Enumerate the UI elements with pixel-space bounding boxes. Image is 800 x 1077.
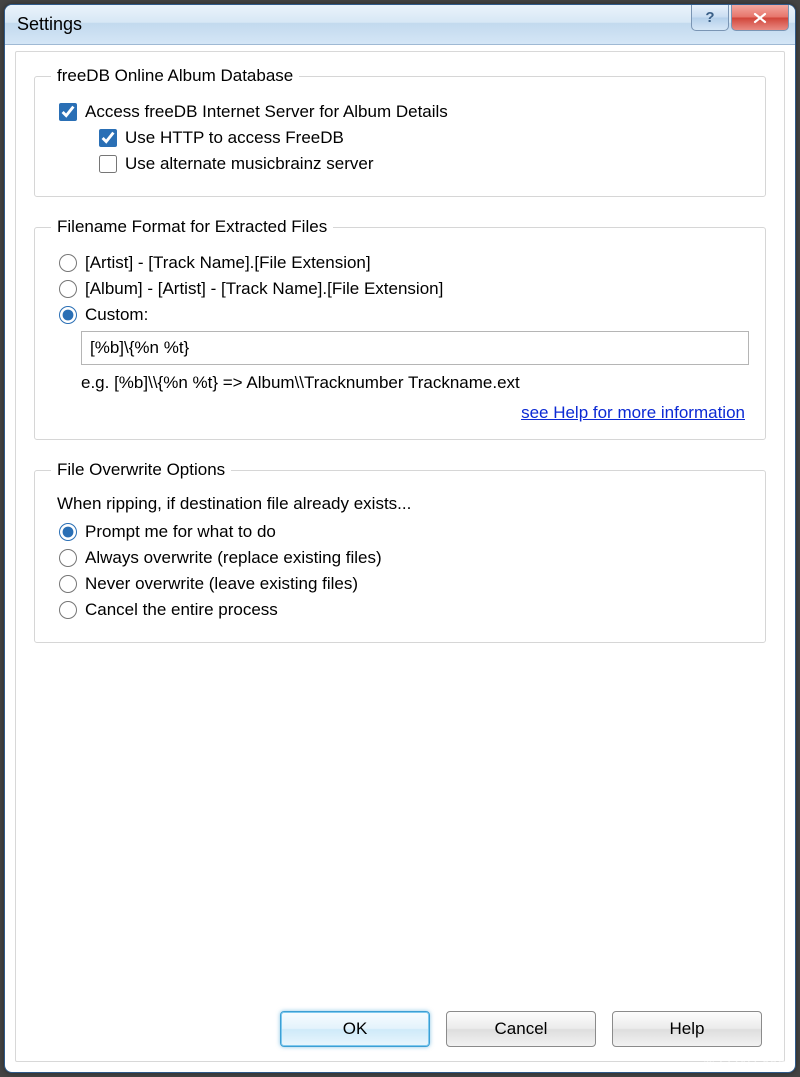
row-format-album: [Album] - [Artist] - [Track Name].[File … [59,279,749,299]
checkbox-use-http[interactable] [99,129,117,147]
label-ov-never: Never overwrite (leave existing files) [85,574,358,594]
window-title: Settings [17,14,691,35]
link-see-help[interactable]: see Help for more information [521,403,745,422]
label-musicbrainz: Use alternate musicbrainz server [125,154,373,174]
custom-format-example: e.g. [%b]\\{%n %t} => Album\\Tracknumber… [81,373,749,393]
row-format-artist: [Artist] - [Track Name].[File Extension] [59,253,749,273]
row-custom-input [81,331,749,365]
dialog-client-area: freeDB Online Album Database Access free… [15,51,785,1062]
label-ov-prompt: Prompt me for what to do [85,522,276,542]
titlebar-help-button[interactable]: ? [691,5,729,31]
row-ov-prompt: Prompt me for what to do [59,522,749,542]
group-overwrite-legend: File Overwrite Options [51,460,231,480]
cancel-button[interactable]: Cancel [446,1011,596,1047]
radio-format-album[interactable] [59,280,77,298]
titlebar-close-button[interactable] [731,5,789,31]
titlebar-buttons: ? [691,5,789,44]
label-use-http: Use HTTP to access FreeDB [125,128,344,148]
help-button[interactable]: Help [612,1011,762,1047]
checkbox-musicbrainz[interactable] [99,155,117,173]
close-icon [752,12,768,24]
radio-ov-prompt[interactable] [59,523,77,541]
row-ov-never: Never overwrite (leave existing files) [59,574,749,594]
radio-format-custom[interactable] [59,306,77,324]
group-filename-legend: Filename Format for Extracted Files [51,217,333,237]
dialog-button-bar: OK Cancel Help [34,1005,766,1049]
row-musicbrainz: Use alternate musicbrainz server [99,154,749,174]
radio-ov-cancel[interactable] [59,601,77,619]
radio-ov-never[interactable] [59,575,77,593]
label-ov-cancel: Cancel the entire process [85,600,278,620]
input-custom-format[interactable] [81,331,749,365]
radio-format-artist[interactable] [59,254,77,272]
overwrite-intro: When ripping, if destination file alread… [57,494,749,514]
checkbox-access-freedb[interactable] [59,103,77,121]
radio-ov-always[interactable] [59,549,77,567]
row-access-freedb: Access freeDB Internet Server for Album … [59,102,749,122]
row-use-http: Use HTTP to access FreeDB [99,128,749,148]
row-ov-always: Always overwrite (replace existing files… [59,548,749,568]
titlebar[interactable]: Settings ? [5,5,795,45]
row-format-custom: Custom: [59,305,749,325]
row-help-link: see Help for more information [51,403,745,423]
label-format-album: [Album] - [Artist] - [Track Name].[File … [85,279,443,299]
group-freedb-legend: freeDB Online Album Database [51,66,299,86]
ok-button[interactable]: OK [280,1011,430,1047]
label-format-artist: [Artist] - [Track Name].[File Extension] [85,253,371,273]
group-overwrite: File Overwrite Options When ripping, if … [34,460,766,643]
label-format-custom: Custom: [85,305,148,325]
settings-dialog: Settings ? freeDB Online Album Database … [4,4,796,1073]
row-ov-cancel: Cancel the entire process [59,600,749,620]
label-ov-always: Always overwrite (replace existing files… [85,548,382,568]
help-icon: ? [705,9,714,26]
label-access-freedb: Access freeDB Internet Server for Album … [85,102,448,122]
group-filename-format: Filename Format for Extracted Files [Art… [34,217,766,440]
watermark: © LO4D.com [704,1055,790,1071]
group-freedb: freeDB Online Album Database Access free… [34,66,766,197]
